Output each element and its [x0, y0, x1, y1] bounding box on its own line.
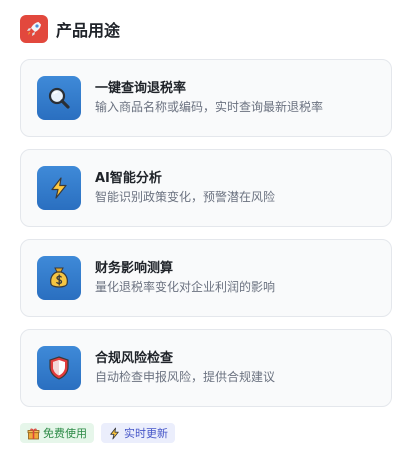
section-header: 产品用途 — [20, 14, 120, 44]
magnifier-icon — [37, 76, 81, 120]
feature-description: 量化退税率变化对企业利润的影响 — [95, 280, 276, 294]
gift-icon — [27, 427, 40, 440]
feature-title: 财务影响测算 — [95, 261, 174, 276]
feature-description: 自动检查申报风险，提供合规建议 — [95, 370, 276, 384]
feature-card-financial-impact[interactable]: 财务影响测算 量化退税率变化对企业利润的影响 — [20, 239, 392, 317]
badge-label: 实时更新 — [124, 427, 168, 440]
shield-icon — [37, 346, 81, 390]
money-bag-icon — [37, 256, 81, 300]
feature-description: 智能识别政策变化，预警潜在风险 — [95, 190, 276, 204]
feature-card-compliance-check[interactable]: 合规风险检查 自动检查申报风险，提供合规建议 — [20, 329, 392, 407]
feature-title: 合规风险检查 — [95, 351, 174, 366]
feature-card-ai-analysis[interactable]: AI智能分析 智能识别政策变化，预警潜在风险 — [20, 149, 392, 227]
badge-row: 免费使用 实时更新 — [20, 423, 175, 443]
free-badge: 免费使用 — [20, 423, 94, 443]
lightning-icon — [37, 166, 81, 210]
badge-label: 免费使用 — [43, 427, 87, 440]
realtime-badge: 实时更新 — [101, 423, 175, 443]
feature-title: AI智能分析 — [95, 171, 162, 186]
feature-title: 一键查询退税率 — [95, 81, 187, 96]
section-title: 产品用途 — [56, 21, 121, 40]
feature-description: 输入商品名称或编码，实时查询最新退税率 — [95, 100, 324, 114]
rocket-icon — [20, 15, 48, 43]
lightning-icon — [108, 427, 121, 440]
feature-card-rate-lookup[interactable]: 一键查询退税率 输入商品名称或编码，实时查询最新退税率 — [20, 59, 392, 137]
